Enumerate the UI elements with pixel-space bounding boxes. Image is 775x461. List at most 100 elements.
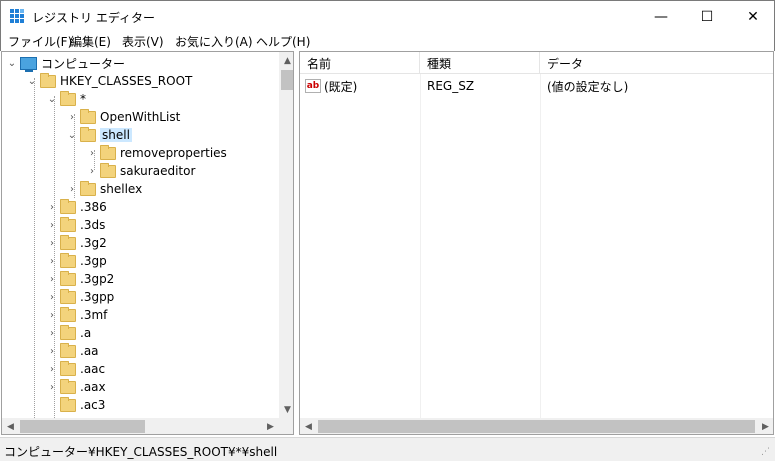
close-button[interactable]: ✕ — [730, 1, 775, 32]
chevron-down-icon[interactable]: ⌄ — [26, 75, 38, 87]
tree-item-label: sakuraeditor — [120, 164, 196, 178]
scroll-right-icon[interactable]: ▶ — [757, 418, 773, 434]
column-header-name[interactable]: 名前 — [300, 52, 420, 74]
minimize-button[interactable]: — — [638, 1, 684, 32]
tree-item-label: .aax — [80, 380, 106, 394]
folder-icon — [60, 378, 76, 394]
tree-item-label: removeproperties — [120, 146, 227, 160]
folder-icon — [60, 360, 76, 376]
menu-favorites[interactable]: お気に入り(A) — [175, 33, 253, 50]
tree-item-extension[interactable]: .ac3 — [46, 396, 105, 414]
scroll-left-icon[interactable]: ◀ — [300, 418, 317, 434]
chevron-right-icon[interactable]: › — [46, 327, 58, 339]
tree-item-label: HKEY_CLASSES_ROOT — [60, 74, 193, 88]
chevron-right-icon[interactable]: › — [46, 273, 58, 285]
list-item[interactable]: ab (既定) REG_SZ (値の設定なし) — [300, 76, 773, 96]
tree-item-extension[interactable]: › .aax — [46, 378, 106, 396]
tree-item-label: * — [80, 92, 86, 106]
folder-icon — [60, 216, 76, 232]
scroll-thumb[interactable] — [20, 420, 145, 433]
tree-item-sakuraeditor[interactable]: › sakuraeditor — [86, 162, 195, 180]
folder-icon — [60, 342, 76, 358]
value-name-cell: ab (既定) — [305, 76, 357, 96]
folder-icon — [60, 252, 76, 268]
chevron-right-icon[interactable]: › — [46, 201, 58, 213]
chevron-right-icon[interactable]: › — [46, 237, 58, 249]
tree-item-extension[interactable]: › .3gp2 — [46, 270, 114, 288]
scroll-thumb[interactable] — [318, 420, 755, 433]
chevron-right-icon[interactable]: › — [86, 165, 98, 177]
tree-item-label: .386 — [80, 200, 107, 214]
tree-item-computer[interactable]: ⌄ コンピューター — [6, 54, 125, 72]
folder-icon — [40, 72, 56, 88]
folder-icon — [60, 396, 76, 412]
chevron-right-icon[interactable]: › — [46, 363, 58, 375]
chevron-right-icon[interactable]: › — [46, 291, 58, 303]
scroll-left-icon[interactable]: ◀ — [2, 418, 19, 434]
tree-item-label: コンピューター — [41, 56, 126, 71]
folder-icon — [80, 126, 96, 142]
chevron-down-icon[interactable]: ⌄ — [66, 129, 78, 141]
values-list-pane[interactable]: 名前 種類 データ ab (既定) REG_SZ (値の設定なし) ◀ ▶ — [299, 51, 774, 435]
tree-item-extension[interactable]: › .aa — [46, 342, 99, 360]
column-divider — [420, 74, 421, 418]
tree-item-extension[interactable]: › .3g2 — [46, 234, 107, 252]
column-header-data[interactable]: データ — [540, 52, 773, 74]
tree-item-extension[interactable]: › .3ds — [46, 216, 105, 234]
tree-item-label: shellex — [100, 182, 143, 196]
value-name: (既定) — [324, 79, 358, 94]
computer-icon — [20, 56, 37, 72]
tree-item-hkcr[interactable]: ⌄ HKEY_CLASSES_ROOT — [26, 72, 192, 90]
chevron-right-icon[interactable]: › — [86, 147, 98, 159]
scrollbar-corner — [279, 418, 293, 434]
resize-grip-icon[interactable]: ⋰ — [761, 447, 773, 459]
folder-icon — [80, 180, 96, 196]
tree-item-shellex[interactable]: › shellex — [66, 180, 142, 198]
tree-item-openwithlist[interactable]: › OpenWithList — [66, 108, 180, 126]
chevron-right-icon[interactable]: › — [46, 309, 58, 321]
column-header-type[interactable]: 種類 — [420, 52, 540, 74]
tree-vertical-scrollbar[interactable]: ▲ ▼ — [279, 52, 293, 418]
tree-item-label: .aa — [80, 344, 99, 358]
value-data: (値の設定なし) — [547, 79, 629, 94]
tree-item-extension[interactable]: › .aac — [46, 360, 105, 378]
chevron-down-icon[interactable]: ⌄ — [46, 93, 58, 105]
tree-item-label: .3gp — [80, 254, 107, 268]
tree-item-extension[interactable]: › .a — [46, 324, 91, 342]
tree-item-extension[interactable]: › .386 — [46, 198, 107, 216]
tree-item-extension[interactable]: › .3mf — [46, 306, 107, 324]
chevron-right-icon[interactable]: › — [66, 111, 78, 123]
window-title: レジストリ エディター — [32, 11, 155, 25]
chevron-right-icon[interactable]: › — [46, 345, 58, 357]
chevron-right-icon[interactable]: › — [66, 183, 78, 195]
chevron-right-icon[interactable]: › — [46, 381, 58, 393]
selected-tree-item-label: shell — [100, 128, 132, 142]
scroll-up-icon[interactable]: ▲ — [279, 52, 293, 69]
status-path: コンピューター¥HKEY_CLASSES_ROOT¥*¥shell — [4, 445, 278, 459]
chevron-down-icon[interactable]: ⌄ — [6, 57, 18, 69]
scroll-down-icon[interactable]: ▼ — [279, 401, 293, 418]
chevron-right-icon[interactable]: › — [46, 255, 58, 267]
tree-item-star[interactable]: ⌄ * — [46, 90, 86, 108]
tree-horizontal-scrollbar[interactable]: ◀ ▶ — [2, 418, 279, 434]
tree-item-label: OpenWithList — [100, 110, 181, 124]
column-divider — [540, 74, 541, 418]
tree-guide — [34, 78, 35, 418]
scroll-right-icon[interactable]: ▶ — [262, 418, 279, 434]
folder-icon — [60, 270, 76, 286]
tree-item-extension[interactable]: › .3gpp — [46, 288, 114, 306]
tree-item-shell[interactable]: ⌄ shell — [66, 126, 132, 144]
scroll-thumb[interactable] — [281, 70, 293, 90]
list-horizontal-scrollbar[interactable]: ◀ ▶ — [300, 418, 773, 434]
menu-file[interactable]: ファイル(F) — [8, 33, 72, 50]
maximize-button[interactable]: ☐ — [684, 1, 730, 32]
tree-item-extension[interactable]: › .3gp — [46, 252, 107, 270]
key-tree-pane[interactable]: ⌄ コンピューター ⌄ HKEY_CLASSES_ROOT ⌄ * › Open… — [1, 51, 294, 435]
menu-help[interactable]: ヘルプ(H) — [256, 33, 310, 50]
tree-item-removeproperties[interactable]: › removeproperties — [86, 144, 227, 162]
menu-view[interactable]: 表示(V) — [122, 33, 164, 50]
menu-edit[interactable]: 編集(E) — [70, 33, 111, 50]
folder-icon — [60, 324, 76, 340]
chevron-right-icon[interactable]: › — [46, 219, 58, 231]
